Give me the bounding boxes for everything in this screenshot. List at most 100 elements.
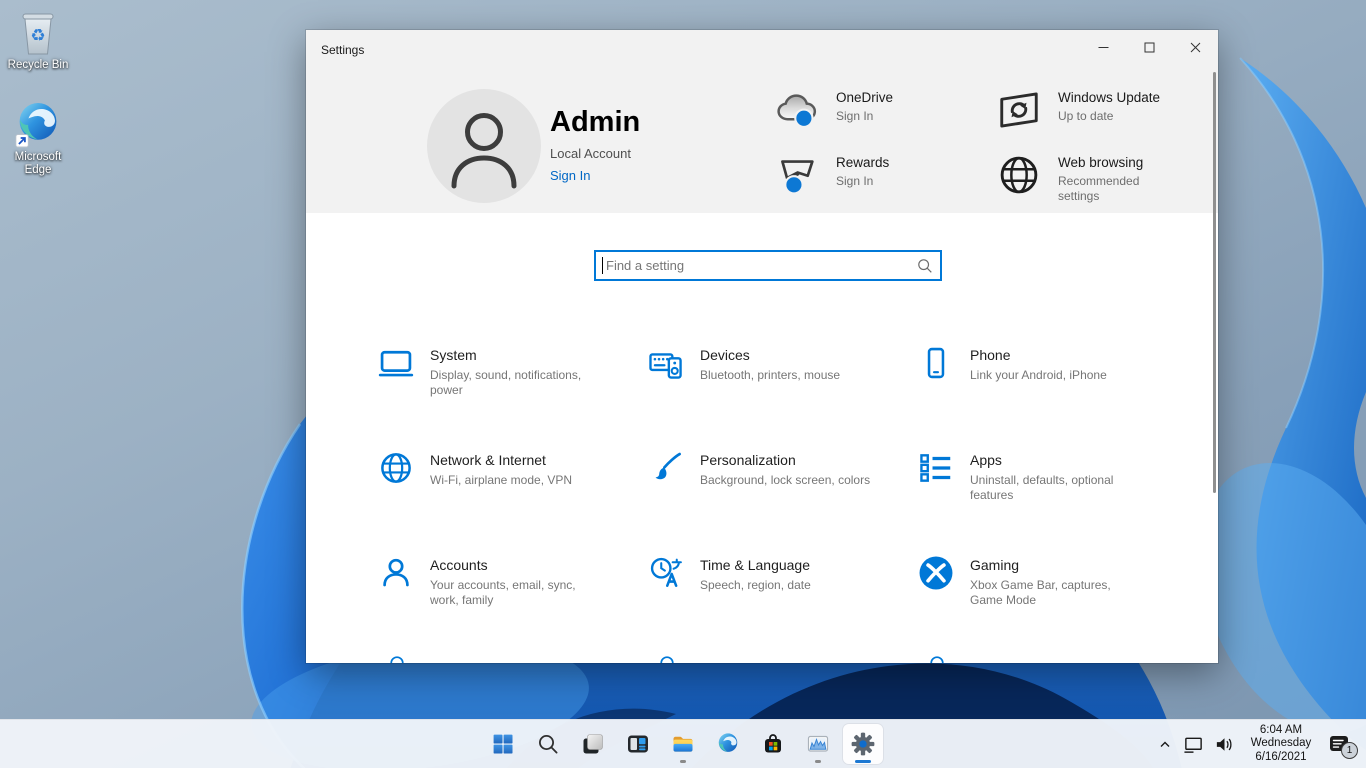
tray-date: 6/16/2021: [1246, 751, 1316, 765]
task-manager-button[interactable]: [798, 724, 838, 764]
desktop-icon-label: Recycle Bin: [8, 59, 69, 72]
quick-card-status: Sign In: [836, 174, 889, 189]
search-icon: [916, 257, 934, 275]
tile-phone[interactable]: Phone Link your Android, iPhone: [917, 342, 1187, 447]
network-internet-icon: [377, 449, 415, 487]
taskbar-search-button[interactable]: [528, 724, 568, 764]
widgets-icon: [626, 732, 650, 756]
edge-icon: [15, 100, 61, 148]
file-explorer-button[interactable]: [663, 724, 703, 764]
close-icon: [1190, 42, 1201, 53]
quick-card-title: Rewards: [836, 155, 889, 170]
taskbar: 6:04 AM Wednesday 6/16/2021 1: [0, 719, 1366, 768]
task-view-icon: [581, 732, 605, 756]
partial-tile-icon: [929, 655, 945, 663]
account-info: Admin Local Account Sign In: [550, 106, 640, 183]
start-button[interactable]: [483, 724, 523, 764]
system-tray: 6:04 AM Wednesday 6/16/2021 1: [1152, 720, 1366, 768]
maximize-button[interactable]: [1126, 30, 1172, 64]
tile-title: Apps: [970, 452, 1145, 468]
edge-button[interactable]: [708, 724, 748, 764]
partial-tile-icon: [389, 655, 405, 663]
network-button[interactable]: [1178, 724, 1209, 764]
tile-subtitle: Your accounts, email, sync, work, family: [430, 578, 605, 608]
settings-window: Settings Admin Local Account Sign In: [306, 30, 1218, 663]
desktop-icon-microsoft-edge[interactable]: Microsoft Edge: [0, 100, 76, 177]
rewards-icon: [774, 152, 820, 198]
widgets-button[interactable]: [618, 724, 658, 764]
account-sign-in-link[interactable]: Sign In: [550, 168, 640, 183]
tile-apps[interactable]: Apps Uninstall, defaults, optional featu…: [917, 447, 1187, 552]
microsoft-store-button[interactable]: [753, 724, 793, 764]
personalization-icon: [647, 449, 685, 487]
notification-center-button[interactable]: 1: [1322, 724, 1356, 764]
apps-icon: [917, 449, 955, 487]
tile-devices[interactable]: Devices Bluetooth, printers, mouse: [647, 342, 917, 447]
notification-badge: 1: [1341, 742, 1358, 759]
tile-accounts[interactable]: Accounts Your accounts, email, sync, wor…: [377, 552, 647, 657]
settings-tiles: System Display, sound, notifications, po…: [377, 342, 1187, 657]
task-view-button[interactable]: [573, 724, 613, 764]
file-explorer-icon: [671, 732, 695, 756]
window-controls: [1080, 30, 1218, 64]
desktop-icon-recycle-bin[interactable]: ♻ Recycle Bin: [0, 10, 76, 72]
svg-text:♻: ♻: [30, 26, 45, 46]
scrollbar-thumb[interactable]: [1213, 72, 1216, 493]
search-input[interactable]: [604, 257, 916, 274]
time-language-icon: [647, 554, 685, 592]
partial-tile-icon: [659, 655, 675, 663]
account-type: Local Account: [550, 146, 640, 161]
window-title: Settings: [321, 43, 364, 57]
avatar: [427, 89, 541, 203]
phone-icon: [917, 344, 955, 382]
tile-time-language[interactable]: Time & Language Speech, region, date: [647, 552, 917, 657]
tile-title: Time & Language: [700, 557, 811, 573]
tile-title: Devices: [700, 347, 840, 363]
close-button[interactable]: [1172, 30, 1218, 64]
taskbar-center-icons: [483, 724, 883, 764]
quick-card-status: Sign In: [836, 109, 893, 124]
windows-update-icon: [996, 87, 1042, 133]
tile-subtitle: Display, sound, notifications, power: [430, 368, 605, 398]
task-manager-icon: [806, 732, 830, 756]
settings-gear-icon: [850, 731, 876, 757]
gaming-icon: [917, 554, 955, 592]
tray-chevron-button[interactable]: [1152, 724, 1178, 764]
devices-icon: [647, 344, 685, 382]
tile-personalization[interactable]: Personalization Background, lock screen,…: [647, 447, 917, 552]
quick-card-title: Web browsing: [1058, 155, 1176, 170]
tile-gaming[interactable]: Gaming Xbox Game Bar, captures, Game Mod…: [917, 552, 1187, 657]
web-browsing-icon: [996, 152, 1042, 198]
tile-system[interactable]: System Display, sound, notifications, po…: [377, 342, 647, 447]
edge-icon: [716, 732, 740, 756]
microsoft-store-icon: [761, 732, 785, 756]
settings-button[interactable]: [843, 724, 883, 764]
active-window-indicator: [855, 760, 871, 763]
quick-card-web-browsing[interactable]: Web browsing Recommended settings: [996, 152, 1218, 217]
tile-subtitle: Uninstall, defaults, optional features: [970, 473, 1145, 503]
tile-title: Network & Internet: [430, 452, 572, 468]
desktop-icon-label: Microsoft Edge: [0, 151, 76, 177]
tile-title: Personalization: [700, 452, 870, 468]
tile-subtitle: Wi-Fi, airplane mode, VPN: [430, 473, 572, 488]
tray-day: Wednesday: [1246, 737, 1316, 751]
minimize-button[interactable]: [1080, 30, 1126, 64]
quick-card-onedrive[interactable]: OneDrive Sign In: [774, 87, 996, 152]
quick-card-status: Recommended settings: [1058, 174, 1176, 204]
clock[interactable]: 6:04 AM Wednesday 6/16/2021: [1246, 724, 1316, 765]
ethernet-icon: [1183, 734, 1204, 755]
volume-button[interactable]: [1209, 724, 1240, 764]
tile-subtitle: Link your Android, iPhone: [970, 368, 1107, 383]
quick-card-title: Windows Update: [1058, 90, 1160, 105]
quick-card-windows-update[interactable]: Windows Update Up to date: [996, 87, 1218, 152]
quick-card-title: OneDrive: [836, 90, 893, 105]
desktop: ♻ Recycle Bin Microsoft Edge Settings: [0, 0, 1366, 768]
tile-subtitle: Speech, region, date: [700, 578, 811, 593]
quick-card-status: Up to date: [1058, 109, 1160, 124]
quick-card-rewards[interactable]: Rewards Sign In: [774, 152, 996, 217]
minimize-icon: [1098, 42, 1109, 53]
system-icon: [377, 344, 415, 382]
tile-network-internet[interactable]: Network & Internet Wi-Fi, airplane mode,…: [377, 447, 647, 552]
running-indicator: [680, 760, 686, 763]
account-name: Admin: [550, 106, 640, 138]
